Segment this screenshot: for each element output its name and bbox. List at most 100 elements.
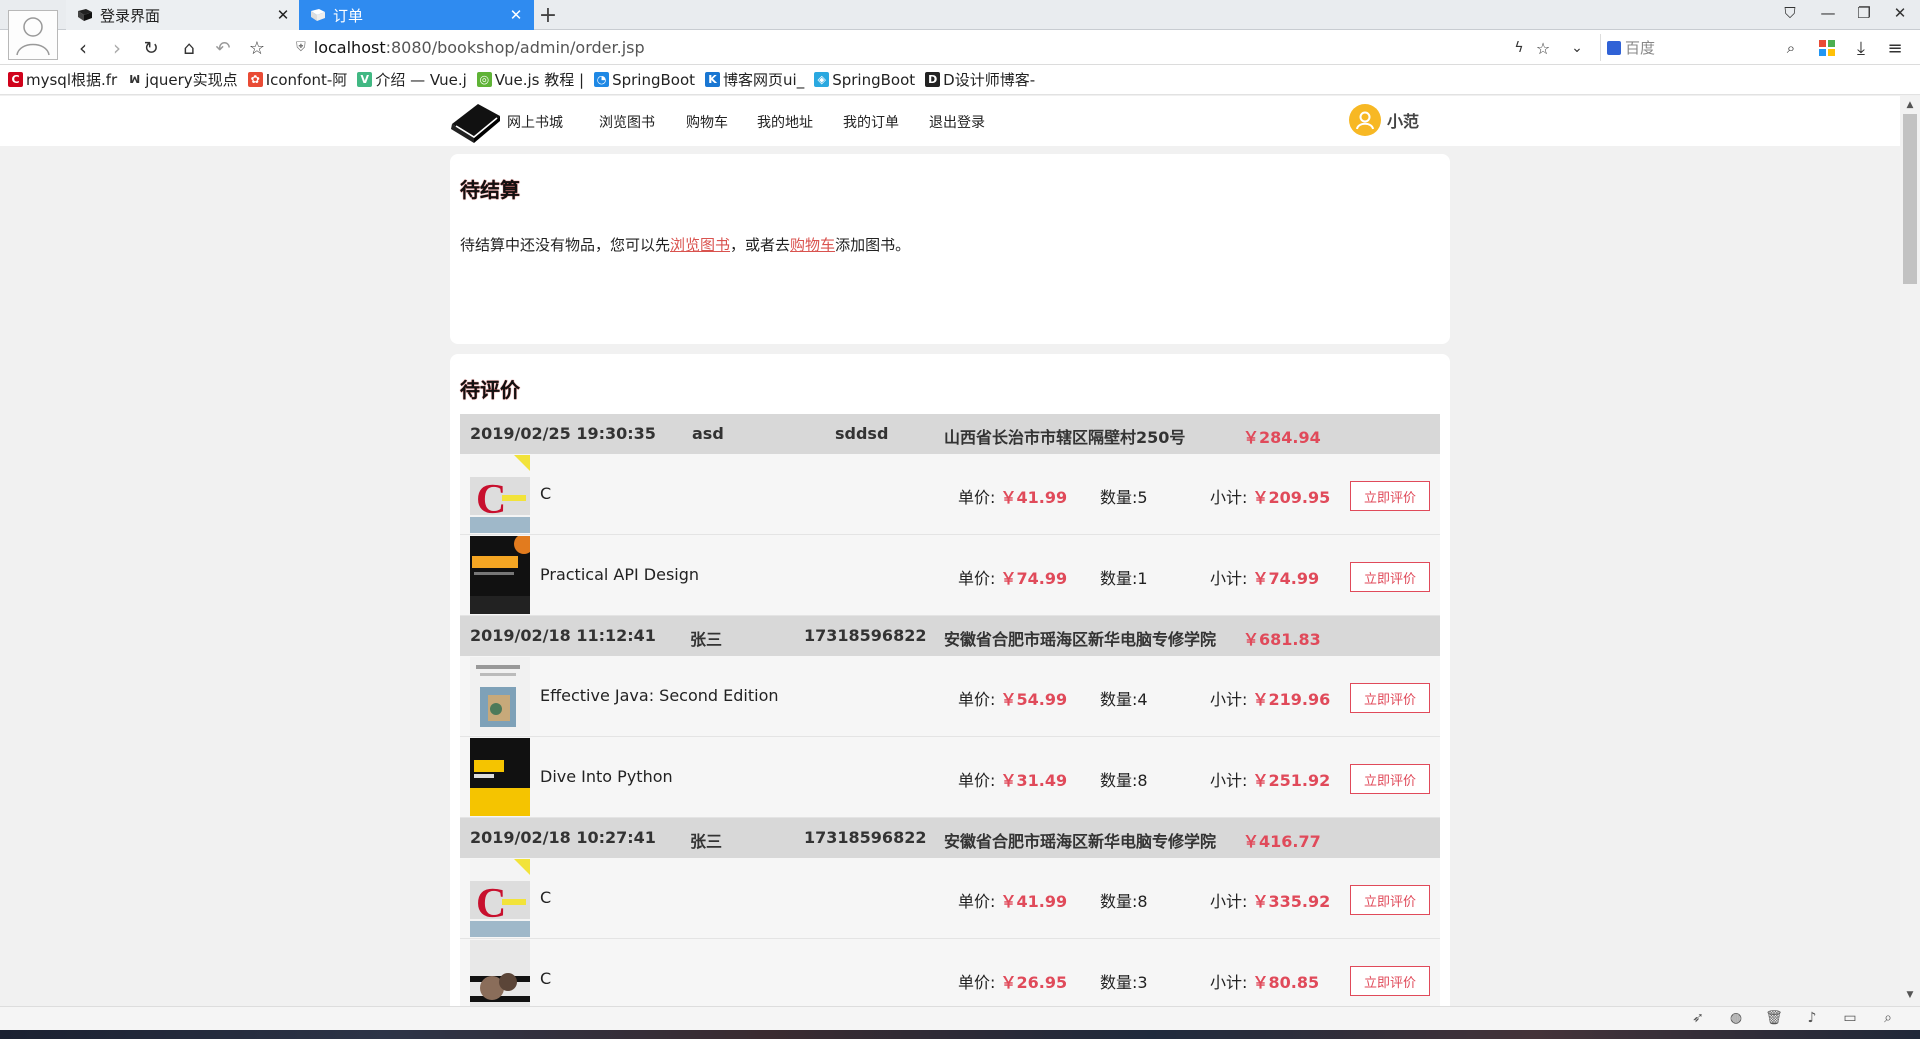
unit-price-value: ￥74.99 <box>1000 569 1068 588</box>
review-now-button[interactable]: 立即评价 <box>1350 885 1430 915</box>
close-window-icon[interactable]: ✕ <box>1888 4 1912 22</box>
scroll-down-icon[interactable]: ▼ <box>1900 990 1920 1000</box>
nav-browse-books[interactable]: 浏览图书 <box>599 112 655 132</box>
order-recipient: asd <box>692 424 724 443</box>
home-icon[interactable]: ⌂ <box>176 35 202 61</box>
avatar <box>1349 104 1381 136</box>
bookmark-favicon-icon: ◔ <box>594 72 610 87</box>
subtotal-label: 小计: <box>1210 488 1248 507</box>
menu-icon[interactable]: ≡ <box>1882 35 1908 61</box>
review-now-button[interactable]: 立即评价 <box>1350 481 1430 511</box>
order-recipient: 张三 <box>690 832 723 851</box>
speed-icon[interactable]: ◍ <box>1726 1010 1746 1026</box>
tab-label: 订单 <box>333 6 364 25</box>
nav-my-orders[interactable]: 我的订单 <box>843 112 899 132</box>
bookmark-favicon-icon: ꟽ <box>127 72 143 87</box>
scrollbar[interactable]: ▲ ▼ <box>1900 96 1920 1006</box>
subtotal-value: ￥251.92 <box>1252 771 1331 790</box>
star-icon[interactable]: ☆ <box>244 35 270 61</box>
nav-logout[interactable]: 退出登录 <box>929 112 985 132</box>
tab-order[interactable]: 订单 ✕ <box>299 0 534 30</box>
lightning-icon[interactable]: ϟ <box>1506 35 1532 61</box>
book-icon <box>309 7 327 23</box>
bookmark-item[interactable]: K 博客网页ui_ <box>705 69 804 90</box>
favorite-icon[interactable]: ☆ <box>1530 35 1556 61</box>
user-menu[interactable]: 小范 <box>1349 104 1419 136</box>
book-title[interactable]: C <box>540 969 551 988</box>
book-title[interactable]: Practical API Design <box>540 565 699 584</box>
browse-books-link[interactable]: 浏览图书 <box>670 236 730 254</box>
search-input[interactable]: 百度 <box>1600 34 1790 61</box>
book-cover[interactable] <box>470 657 530 735</box>
review-now-button[interactable]: 立即评价 <box>1350 562 1430 592</box>
bookmark-label: Vue.js 教程 | <box>494 71 585 89</box>
close-icon[interactable]: ✕ <box>275 6 291 24</box>
skin-icon[interactable]: ⛉ <box>1778 4 1802 22</box>
nav-cart[interactable]: 购物车 <box>686 112 728 132</box>
book-cover[interactable]: C <box>470 859 530 937</box>
volume-icon[interactable]: ♪ <box>1802 1010 1822 1026</box>
rocket-icon[interactable]: ➶ <box>1688 1010 1708 1026</box>
cart-link[interactable]: 购物车 <box>790 236 835 254</box>
book-title[interactable]: Effective Java: Second Edition <box>540 686 779 705</box>
unit-price-label: 单价: <box>958 973 996 992</box>
bookmark-item[interactable]: ✿ Iconfont-阿 <box>247 69 347 90</box>
trash-icon[interactable]: 🗑 <box>1764 1010 1784 1026</box>
profile-avatar[interactable] <box>8 10 58 60</box>
book-cover[interactable]: C <box>470 455 530 533</box>
bookmark-item[interactable]: V 介绍 — Vue.j <box>357 69 467 90</box>
download-icon[interactable]: ⤓ <box>1848 35 1874 61</box>
scroll-up-icon[interactable]: ▲ <box>1900 100 1920 110</box>
orders-list: 2019/02/25 19:30:35 asd sddsd 山西省长治市市辖区隔壁村2… <box>460 414 1440 1006</box>
bookmark-label: mysql根据.fr <box>26 71 118 89</box>
bookmark-item[interactable]: ꟽ jquery实现点 <box>127 69 238 90</box>
reload-icon[interactable]: ↻ <box>138 35 164 61</box>
minimize-icon[interactable]: — <box>1816 4 1840 22</box>
book-title[interactable]: Dive Into Python <box>540 767 673 786</box>
book-logo-icon[interactable] <box>448 98 502 144</box>
quantity-label: 数量: <box>1100 569 1138 588</box>
bookmark-item[interactable]: D D设计师博客- <box>925 69 1035 90</box>
book-cover[interactable] <box>470 940 530 1006</box>
quantity-value: 3 <box>1137 973 1148 992</box>
bookmark-item[interactable]: ◎ Vue.js 教程 | <box>476 69 585 90</box>
nav-brand[interactable]: 网上书城 <box>507 112 563 132</box>
book-title[interactable]: C <box>540 888 551 907</box>
scroll-thumb[interactable] <box>1903 114 1917 284</box>
back-icon[interactable]: ‹ <box>70 35 96 61</box>
tab-login[interactable]: 登录界面 ✕ <box>66 0 301 30</box>
bookmark-item[interactable]: ◈ SpringBoot <box>814 71 915 89</box>
apps-icon[interactable] <box>1814 35 1840 61</box>
bookmark-favicon-icon: ◈ <box>814 72 830 87</box>
subtotal-value: ￥335.92 <box>1252 892 1331 911</box>
zoom-icon[interactable]: ⌕ <box>1878 1010 1898 1026</box>
order-header: 2019/02/25 19:30:35 asd sddsd 山西省长治市市辖区隔壁村2… <box>460 414 1440 454</box>
close-icon[interactable]: ✕ <box>508 6 524 24</box>
window-icon[interactable]: ▭ <box>1840 1010 1860 1026</box>
restore-icon[interactable]: ❐ <box>1852 4 1876 22</box>
subtotal-label: 小计: <box>1210 771 1248 790</box>
tab-label: 登录界面 <box>100 6 161 25</box>
empty-text: ，或者去 <box>730 236 791 254</box>
bookmark-label: SpringBoot <box>832 70 916 89</box>
order-phone: 17318596822 <box>804 626 927 645</box>
quantity-value: 5 <box>1137 488 1148 507</box>
page-content: 网上书城 浏览图书 购物车 我的地址 我的订单 退出登录 小范 待结算 待结算中… <box>0 96 1900 1006</box>
bookmark-item[interactable]: ◔ SpringBoot <box>594 71 695 89</box>
subtotal: 小计: ￥335.92 <box>1210 888 1330 912</box>
bookmark-item[interactable]: Cmysql根据.fr <box>8 69 117 90</box>
dropdown-icon[interactable]: ⌄ <box>1564 35 1590 61</box>
undo-icon[interactable]: ↶ <box>210 35 236 61</box>
review-now-button[interactable]: 立即评价 <box>1350 683 1430 713</box>
nav-address[interactable]: 我的地址 <box>757 112 813 132</box>
review-now-button[interactable]: 立即评价 <box>1350 966 1430 996</box>
url-field[interactable]: ⛨ localhost:8080/bookshop/admin/order.js… <box>296 34 1590 61</box>
book-title[interactable]: C <box>540 484 551 503</box>
book-cover[interactable] <box>470 536 530 614</box>
review-now-button[interactable]: 立即评价 <box>1350 764 1430 794</box>
forward-icon[interactable]: › <box>104 35 130 61</box>
search-icon[interactable]: ⌕ <box>1778 35 1804 61</box>
new-tab-button[interactable]: + <box>536 3 560 28</box>
book-cover[interactable] <box>470 738 530 816</box>
quantity-label: 数量: <box>1100 488 1138 507</box>
